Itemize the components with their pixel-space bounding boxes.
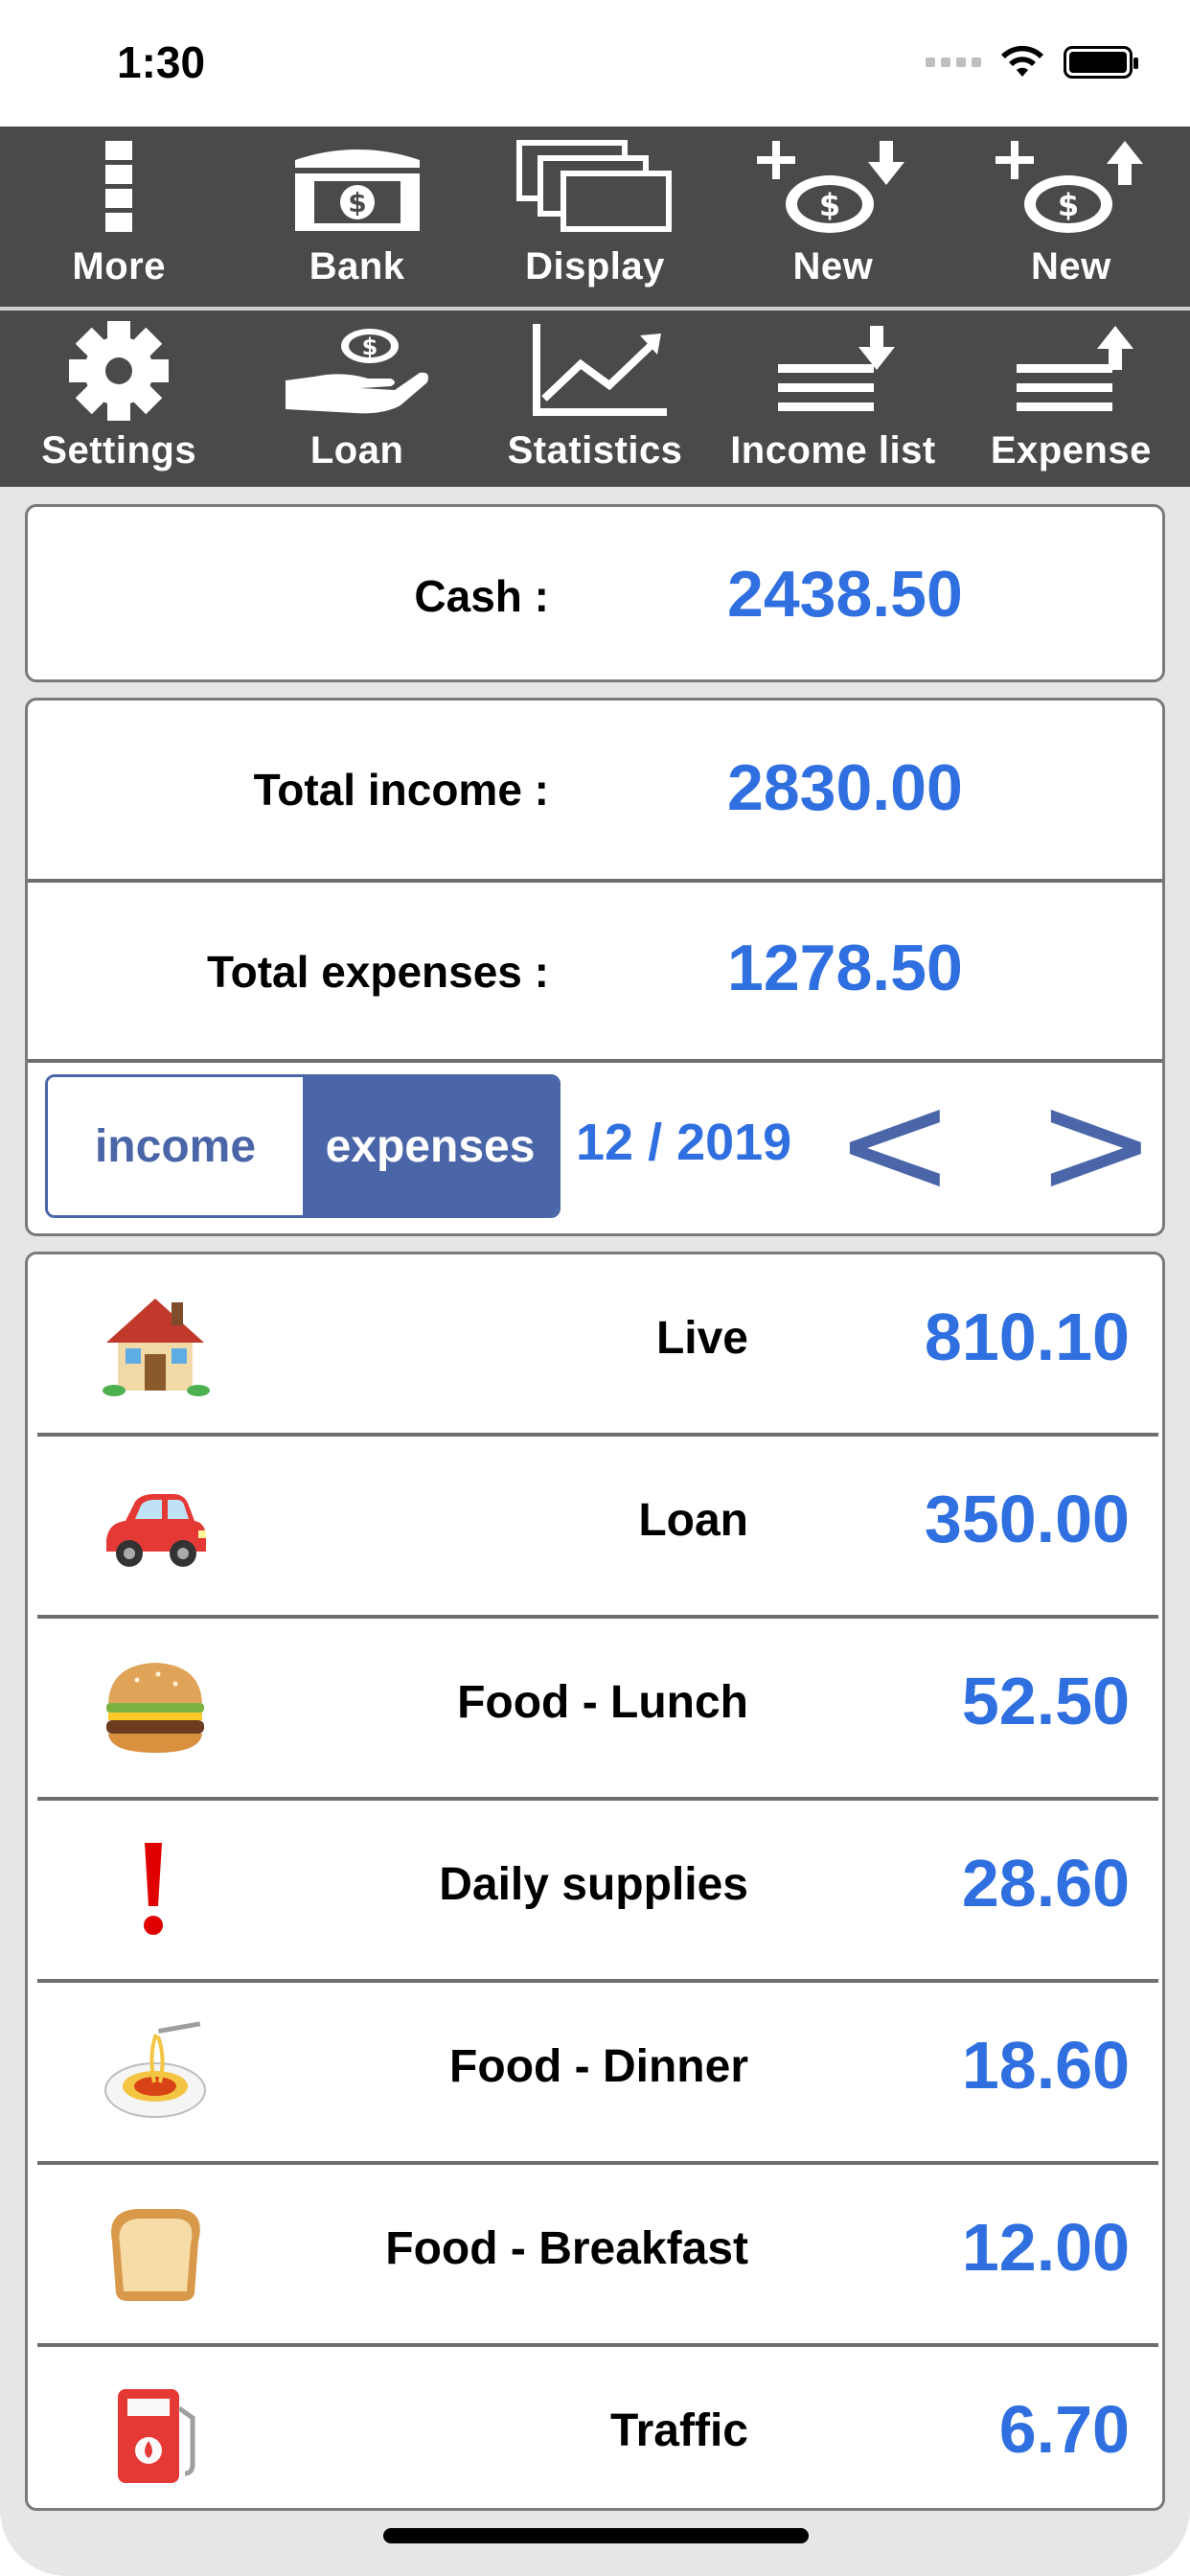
toolbar-top: More $ Bank Display $ New $ New <box>0 126 1190 307</box>
home-indicator[interactable] <box>383 2528 809 2543</box>
income-list-label: Income list <box>730 429 936 472</box>
display-icon <box>516 140 673 232</box>
new-expense-label: New <box>1030 245 1111 288</box>
expense-category: Live <box>655 1313 748 1364</box>
statistics-button[interactable]: Statistics <box>476 310 714 487</box>
cash-card: Cash : 2438.50 <box>25 504 1165 682</box>
loan-label: Loan <box>309 429 404 472</box>
battery-icon <box>1064 46 1138 79</box>
expense-category: Loan <box>638 1495 748 1546</box>
exclamation-icon <box>144 1843 163 1935</box>
prev-month-button[interactable]: < <box>835 1072 955 1216</box>
settings-label: Settings <box>41 429 197 472</box>
settings-button[interactable]: Settings <box>0 310 238 487</box>
expense-list-label: Expense <box>990 429 1152 472</box>
income-expenses-segment: income expenses <box>45 1074 561 1218</box>
income-list-button[interactable]: Income list <box>714 310 951 487</box>
new-expense-button[interactable]: $ New <box>952 126 1190 307</box>
statistics-label: Statistics <box>507 429 683 472</box>
new-expense-icon: $ <box>995 141 1143 233</box>
list-item[interactable]: Food - Lunch 52.50 <box>37 1619 1158 1799</box>
expenses-tab[interactable]: expenses <box>303 1077 558 1215</box>
wifi-icon <box>1001 45 1043 77</box>
svg-text:$: $ <box>348 187 366 218</box>
expense-category: Food - Dinner <box>449 2041 748 2092</box>
expense-category: Traffic <box>609 2405 748 2456</box>
totals-divider <box>28 879 1162 883</box>
bank-icon: $ <box>294 150 420 231</box>
expense-list-icon <box>1016 326 1133 411</box>
list-item[interactable]: Food - Dinner 18.60 <box>37 1983 1158 2163</box>
loan-icon: $ <box>285 329 428 414</box>
filter-row: income expenses 12 / 2019 < > <box>28 1063 1162 1233</box>
gear-icon <box>69 321 170 421</box>
hamburger-icon <box>106 1663 204 1753</box>
status-time: 1:30 <box>117 37 206 87</box>
list-item[interactable]: Traffic 6.70 <box>37 2347 1158 2527</box>
total-expenses-label: Total expenses : <box>206 947 549 997</box>
list-item[interactable]: Live 810.10 <box>37 1254 1158 1435</box>
total-expenses-value: 1278.50 <box>727 932 963 1004</box>
display-button[interactable]: Display <box>476 126 714 307</box>
income-list-icon <box>778 326 896 411</box>
income-tab[interactable]: income <box>48 1077 303 1215</box>
total-income-value: 2830.00 <box>727 751 963 824</box>
total-income-label: Total income : <box>253 765 549 815</box>
house-icon <box>103 1299 210 1396</box>
status-bar: 1:30 <box>0 0 1190 126</box>
display-label: Display <box>525 245 665 288</box>
bank-label: Bank <box>309 245 405 288</box>
expense-category: Food - Lunch <box>457 1677 748 1728</box>
month-label: 12 / 2019 <box>576 1114 792 1171</box>
expense-amount: 810.10 <box>924 1300 1130 1374</box>
cellular-signal-icon <box>926 58 981 67</box>
expense-amount: 350.00 <box>924 1482 1130 1556</box>
svg-text:$: $ <box>361 334 378 360</box>
expense-amount: 6.70 <box>998 2392 1130 2467</box>
expense-list-button[interactable]: Expense <box>952 310 1190 487</box>
more-icon <box>105 141 133 232</box>
statistics-icon <box>533 324 668 416</box>
list-item[interactable]: Daily supplies 28.60 <box>37 1801 1158 1981</box>
bread-icon <box>111 2209 200 2301</box>
new-income-label: New <box>792 245 874 288</box>
more-button[interactable]: More <box>0 126 238 307</box>
car-icon <box>106 1494 206 1567</box>
toolbar-bottom: Settings $ Loan Statistics Income list E… <box>0 310 1190 487</box>
expense-list-card: Live 810.10 Loan 350.00 Food - Lunch 52.… <box>25 1252 1165 2511</box>
cash-label: Cash : <box>414 571 549 621</box>
list-item[interactable]: Food - Breakfast 12.00 <box>37 2165 1158 2345</box>
expense-amount: 28.60 <box>961 1846 1130 1920</box>
expense-category: Food - Breakfast <box>385 2223 748 2274</box>
new-income-icon: $ <box>757 141 905 233</box>
totals-card: Total income : 2830.00 Total expenses : … <box>25 698 1165 1236</box>
cash-value: 2438.50 <box>727 558 963 631</box>
spaghetti-icon <box>104 2021 206 2118</box>
expense-amount: 52.50 <box>961 1664 1130 1738</box>
expense-amount: 12.00 <box>961 2210 1130 2285</box>
status-icons <box>926 44 1138 80</box>
bank-button[interactable]: $ Bank <box>238 126 475 307</box>
new-income-button[interactable]: $ New <box>714 126 951 307</box>
svg-text:$: $ <box>1058 187 1079 223</box>
loan-button[interactable]: $ Loan <box>238 310 475 487</box>
svg-text:$: $ <box>819 187 840 223</box>
next-month-button[interactable]: > <box>1036 1072 1156 1216</box>
more-label: More <box>72 245 166 288</box>
expense-category: Daily supplies <box>439 1859 748 1910</box>
fuel-pump-icon <box>118 2389 195 2483</box>
expense-amount: 18.60 <box>961 2028 1130 2103</box>
list-item[interactable]: Loan 350.00 <box>37 1437 1158 1617</box>
